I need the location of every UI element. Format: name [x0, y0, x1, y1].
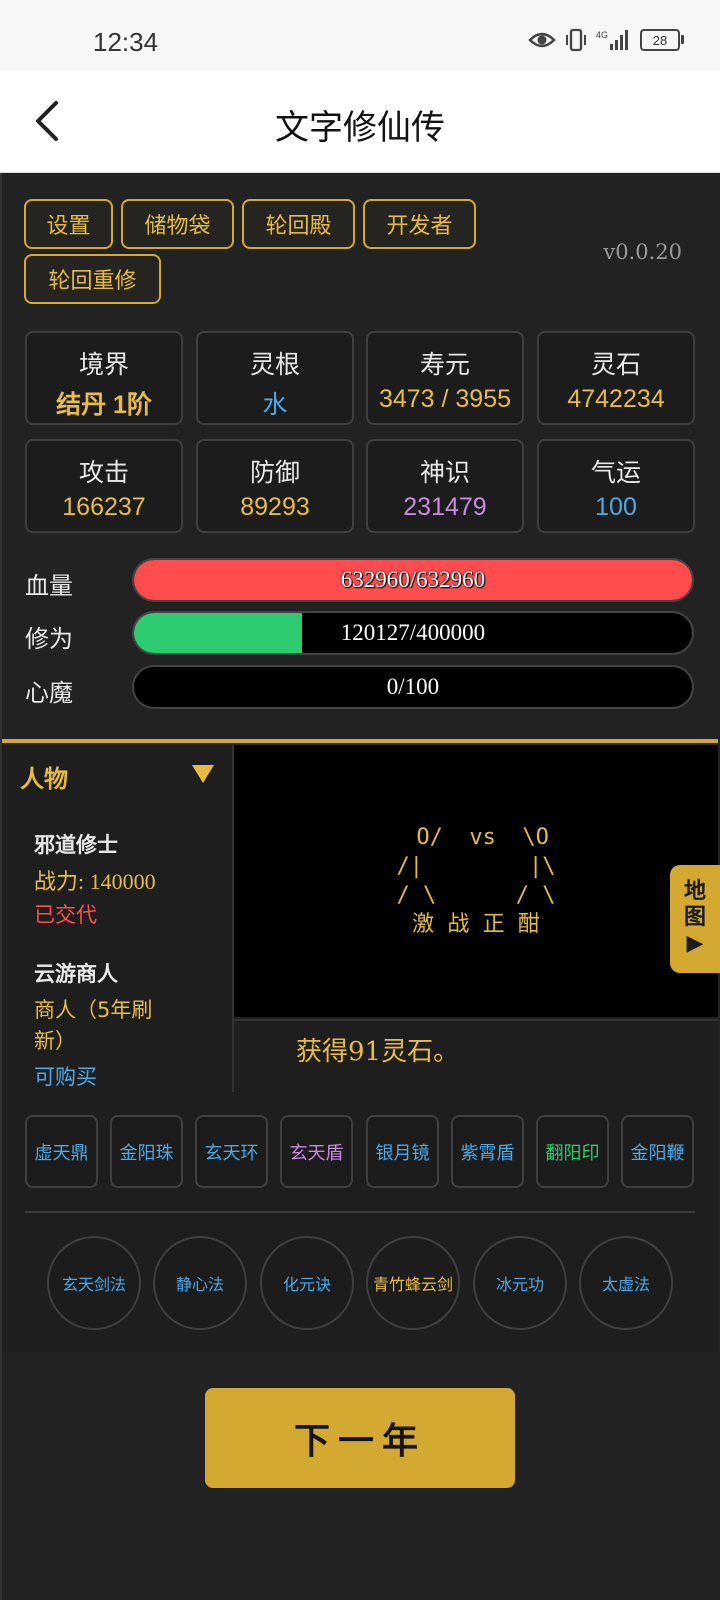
page-title: 文字修仙传	[275, 108, 445, 148]
hp-bar: 632960/632960	[132, 558, 694, 602]
stat-value: 水	[262, 391, 288, 419]
status-bar: 12:34 4G 28	[0, 0, 720, 70]
cultivation-bar: 120127/400000	[132, 611, 694, 655]
svg-text:4G: 4G	[596, 30, 608, 40]
storage-bag-button[interactable]: 储物袋	[121, 199, 234, 249]
npc-desc: 新）	[34, 1029, 76, 1053]
stat-label: 神识	[419, 458, 470, 487]
skill-button[interactable]: 冰元功	[473, 1236, 567, 1330]
treasure-label: 金阳鞭	[630, 1142, 685, 1164]
map-tab-button[interactable]: 地图▶	[670, 865, 720, 973]
npc-desc: 商人（5年刷	[34, 998, 153, 1022]
battery-level: 28	[652, 32, 668, 48]
cultivation-label: 修为	[25, 625, 73, 653]
settings-button[interactable]: 设置	[24, 199, 113, 249]
log-message: 获得91灵石。	[296, 1037, 460, 1067]
skill-button[interactable]: 青竹蜂云剑	[366, 1236, 460, 1330]
stat-value: 4742234	[567, 385, 665, 413]
stat-label: 灵根	[249, 350, 300, 379]
treasure-label: 玄天盾	[289, 1142, 344, 1164]
battle-ascii-art: O/ vs \O /| |\ / \ / \ 激 战 正 酣	[396, 825, 556, 937]
stat-value: 3473 / 3955	[378, 385, 512, 413]
skill-label: 冰元功	[495, 1275, 544, 1294]
skill-button[interactable]: 太虚法	[579, 1236, 673, 1330]
npc-name[interactable]: 云游商人	[34, 958, 118, 988]
treasure-label: 金阳珠	[119, 1142, 174, 1164]
skill-label: 静心法	[175, 1275, 224, 1294]
status-time: 12:34	[93, 27, 159, 57]
treasure-button[interactable]: 银月镜	[366, 1115, 439, 1188]
dropdown-triangle-icon[interactable]	[192, 765, 214, 783]
skill-label: 青竹蜂云剑	[372, 1275, 453, 1294]
skill-label: 化元诀	[282, 1275, 331, 1294]
stat-label: 灵石	[590, 350, 641, 379]
stat-label: 气运	[590, 458, 641, 487]
stat-value: 231479	[403, 493, 487, 521]
treasure-button[interactable]: 金阳鞭	[621, 1115, 694, 1188]
next-year-button[interactable]: 下一年	[205, 1388, 515, 1488]
hp-label: 血量	[25, 572, 73, 600]
stat-value: 89293	[240, 493, 310, 521]
stat-divine-sense: 神识 231479	[366, 439, 524, 533]
hp-bar-text: 632960/632960	[340, 567, 486, 592]
divider	[25, 1211, 695, 1213]
stat-defense: 防御 89293	[196, 439, 354, 533]
vibrate-icon	[566, 28, 586, 52]
treasure-button[interactable]: 虚天鼎	[25, 1115, 98, 1188]
stat-value: 结丹 1阶	[56, 391, 152, 419]
stat-label: 寿元	[419, 350, 470, 379]
reincarnate-button[interactable]: 轮回重修	[24, 254, 161, 304]
signal-icon: 4G	[596, 30, 628, 50]
treasure-button[interactable]: 翻阳印	[536, 1115, 609, 1188]
skill-button[interactable]: 化元诀	[260, 1236, 354, 1330]
stat-spirit-root: 灵根 水	[196, 331, 354, 425]
treasure-button[interactable]: 紫霄盾	[451, 1115, 524, 1188]
stat-luck: 气运 100	[537, 439, 695, 533]
stat-value: 166237	[62, 493, 146, 521]
inner-demon-label: 心魔	[25, 679, 73, 707]
treasure-label: 玄天环	[204, 1142, 259, 1164]
stat-label: 防御	[249, 458, 300, 487]
npc-name[interactable]: 邪道修士	[34, 829, 118, 859]
npc-list-header[interactable]: 人物	[20, 759, 68, 794]
skill-button[interactable]: 玄天剑法	[47, 1236, 141, 1330]
stat-attack: 攻击 166237	[25, 439, 183, 533]
cultivation-bar-text: 120127/400000	[340, 620, 486, 645]
section-divider	[2, 739, 718, 743]
skill-label: 太虚法	[601, 1275, 650, 1294]
eye-icon	[528, 32, 556, 48]
skill-label: 玄天剑法	[61, 1275, 126, 1294]
event-log: 获得91灵石。	[234, 1019, 718, 1094]
skill-button[interactable]: 静心法	[153, 1236, 247, 1330]
stat-lifespan: 寿元 3473 / 3955	[366, 331, 524, 425]
stat-spirit-stones: 灵石 4742234	[537, 331, 695, 425]
treasure-button[interactable]: 玄天盾	[280, 1115, 353, 1188]
treasure-label: 虚天鼎	[34, 1142, 89, 1164]
version-label: v0.0.20	[603, 240, 682, 264]
treasure-button[interactable]: 玄天环	[195, 1115, 268, 1188]
npc-power: 战力: 140000	[34, 869, 156, 894]
reincarnation-hall-button[interactable]: 轮回殿	[242, 199, 355, 249]
developer-button[interactable]: 开发者	[363, 199, 476, 249]
npc-buy-link[interactable]: 可购买	[34, 1061, 97, 1091]
treasure-label: 紫霄盾	[460, 1142, 515, 1164]
stat-label: 境界	[78, 350, 129, 379]
stat-realm: 境界 结丹 1阶	[25, 331, 183, 425]
npc-list-panel[interactable]: 人物 邪道修士 战力: 140000 已交代 云游商人 商人（5年刷 新） 可购…	[2, 745, 234, 1092]
treasure-label: 银月镜	[375, 1142, 430, 1164]
map-tab-label: 地图▶	[683, 879, 706, 956]
battle-scene: O/ vs \O /| |\ / \ / \ 激 战 正 酣	[234, 745, 718, 1017]
npc-status: 已交代	[34, 903, 97, 927]
treasure-button[interactable]: 金阳珠	[110, 1115, 183, 1188]
battery-icon: 28	[640, 29, 684, 51]
app-header: 文字修仙传	[0, 70, 720, 173]
treasure-label: 翻阳印	[545, 1142, 600, 1164]
inner-demon-bar: 0/100	[132, 665, 694, 709]
inner-demon-bar-text: 0/100	[386, 674, 440, 699]
status-icons: 4G 28	[528, 28, 684, 52]
stat-value: 100	[595, 493, 637, 521]
stat-label: 攻击	[78, 458, 129, 487]
